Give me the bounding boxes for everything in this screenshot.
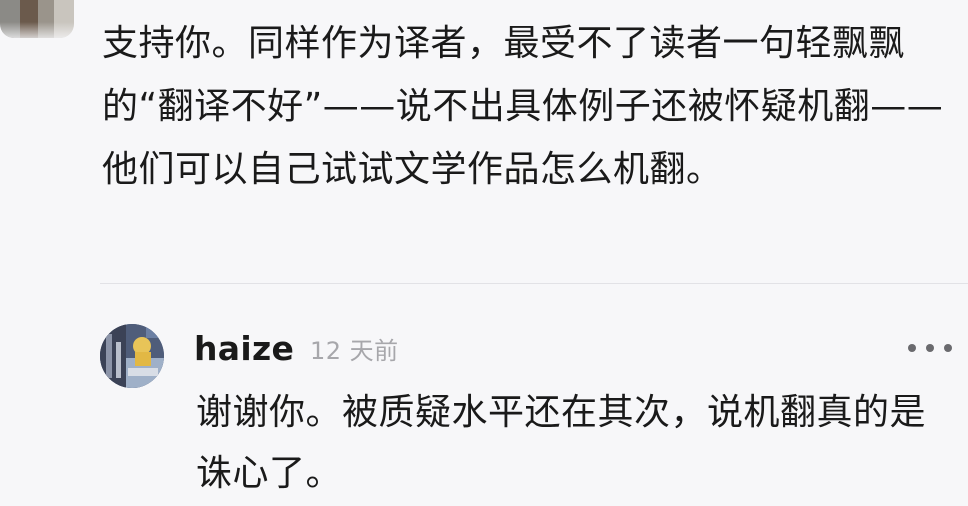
more-dots-icon: [908, 344, 916, 352]
reply-username[interactable]: haize: [194, 329, 294, 369]
more-options-button[interactable]: [908, 335, 952, 361]
previous-comment-text: 支持你。同样作为译者，最受不了读者一句轻飘飘的“翻译不好”——说不出具体例子还被…: [102, 23, 944, 190]
avatar[interactable]: [100, 324, 164, 388]
comment-divider: [100, 283, 968, 284]
reply-timestamp: 12 天前: [310, 337, 399, 365]
previous-commenter-avatar[interactable]: [0, 0, 74, 38]
reply-comment-text: 谢谢你。被质疑水平还在其次，说机翻真的是诛心了。: [196, 392, 927, 494]
comment-thread: 支持你。同样作为译者，最受不了读者一句轻飘飘的“翻译不好”——说不出具体例子还被…: [0, 0, 968, 506]
